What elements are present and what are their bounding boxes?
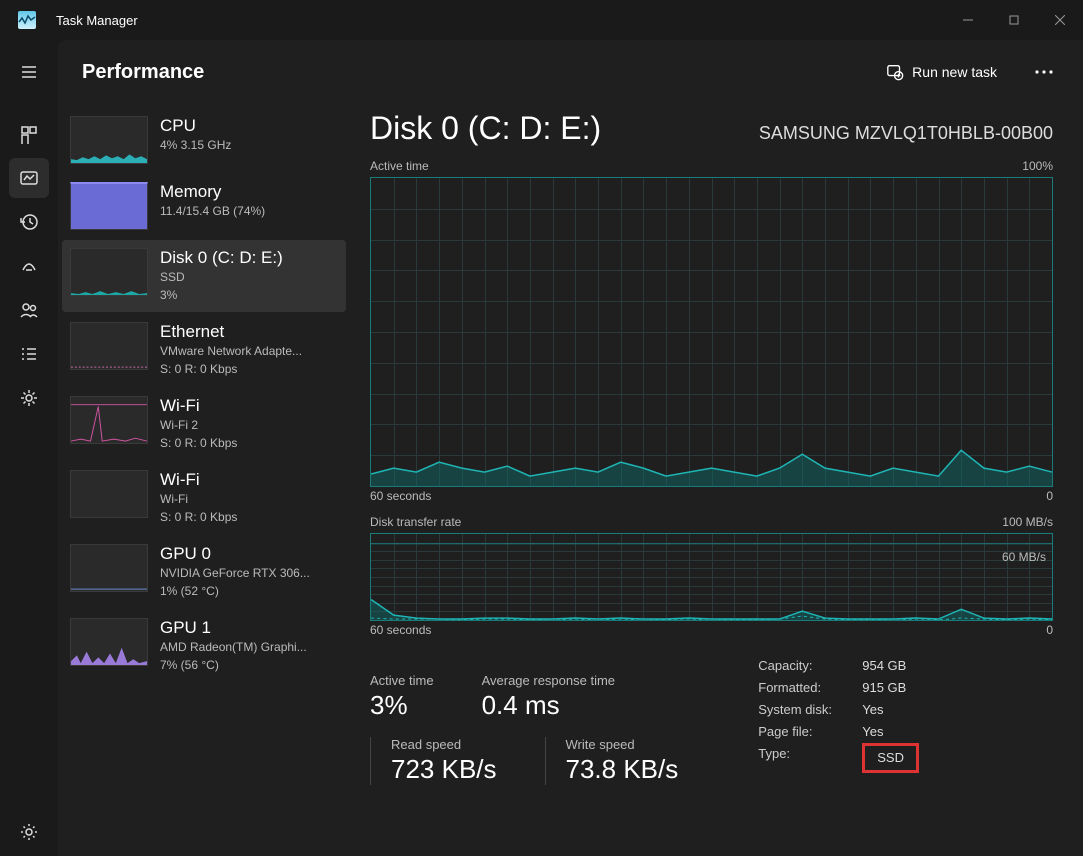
nav-details[interactable] — [9, 334, 49, 374]
memory-title: Memory — [160, 182, 338, 202]
type-value: SSD — [877, 750, 904, 765]
formatted-value: 915 GB — [862, 677, 906, 699]
run-task-icon — [886, 63, 904, 81]
chart1-xright: 0 — [1046, 489, 1053, 503]
wifi-title: Wi-Fi — [160, 470, 338, 490]
sidebar-item-wifi[interactable]: Wi-Fi Wi-Fi S: 0 R: 0 Kbps — [62, 462, 346, 534]
app-title: Task Manager — [56, 13, 138, 28]
wifi-thumb — [70, 470, 148, 518]
pagefile-label: Page file: — [758, 721, 844, 743]
sysdisk-label: System disk: — [758, 699, 844, 721]
titlebar: Task Manager — [0, 0, 1083, 40]
chart1-label: Active time — [370, 159, 429, 173]
nav-history[interactable] — [9, 202, 49, 242]
type-label: Type: — [758, 743, 844, 773]
gpu1-sub1: AMD Radeon(TM) Graphi... — [160, 638, 338, 656]
memory-thumb — [70, 182, 148, 230]
cpu-title: CPU — [160, 116, 338, 136]
hamburger-button[interactable] — [9, 52, 49, 92]
read-label: Read speed — [391, 737, 497, 752]
detail-pane: Disk 0 (C: D: E:) SAMSUNG MZVLQ1T0HBLB-0… — [350, 104, 1083, 856]
wifi2-thumb — [70, 396, 148, 444]
sidebar-item-gpu1[interactable]: GPU 1 AMD Radeon(TM) Graphi... 7% (56 °C… — [62, 610, 346, 682]
disk0-sub1: SSD — [160, 268, 338, 286]
chart2-xright: 0 — [1046, 623, 1053, 637]
sidebar-item-gpu0[interactable]: GPU 0 NVIDIA GeForce RTX 306... 1% (52 °… — [62, 536, 346, 608]
gpu1-thumb — [70, 618, 148, 666]
gpu1-sub2: 7% (56 °C) — [160, 656, 338, 674]
disk-info-table: Capacity: 954 GB Formatted: 915 GB System … — [758, 655, 919, 785]
nav-startup[interactable] — [9, 246, 49, 286]
active-time-value: 3% — [370, 690, 434, 721]
type-value-highlight: SSD — [862, 743, 919, 773]
write-label: Write speed — [566, 737, 679, 752]
resource-list: CPU 4% 3.15 GHz Memory 11.4/15.4 GB (74%… — [58, 104, 350, 856]
avg-resp-value: 0.4 ms — [482, 690, 615, 721]
disk0-sub2: 3% — [160, 286, 338, 304]
run-new-task-button[interactable]: Run new task — [874, 55, 1009, 89]
sidebar-item-wifi2[interactable]: Wi-Fi Wi-Fi 2 S: 0 R: 0 Kbps — [62, 388, 346, 460]
gpu0-sub1: NVIDIA GeForce RTX 306... — [160, 564, 338, 582]
sidebar-item-cpu[interactable]: CPU 4% 3.15 GHz — [62, 108, 346, 172]
avg-resp-label: Average response time — [482, 673, 615, 688]
gpu0-thumb — [70, 544, 148, 592]
page-header: Performance Run new task — [58, 40, 1083, 104]
nav-users[interactable] — [9, 290, 49, 330]
cpu-sub: 4% 3.15 GHz — [160, 136, 338, 154]
chart1-xleft: 60 seconds — [370, 489, 431, 503]
wifi2-title: Wi-Fi — [160, 396, 338, 416]
eth-title: Ethernet — [160, 322, 338, 342]
nav-performance[interactable] — [9, 158, 49, 198]
nav-services[interactable] — [9, 378, 49, 418]
pagefile-value: Yes — [862, 721, 883, 743]
page-title: Performance — [82, 61, 204, 84]
wifi2-sub2: S: 0 R: 0 Kbps — [160, 434, 338, 452]
memory-sub: 11.4/15.4 GB (74%) — [160, 202, 338, 220]
nav-processes[interactable] — [9, 114, 49, 154]
wifi-sub1: Wi-Fi — [160, 490, 338, 508]
gpu1-title: GPU 1 — [160, 618, 338, 638]
chart2-xleft: 60 seconds — [370, 623, 431, 637]
nav-settings[interactable] — [9, 812, 49, 852]
write-value: 73.8 KB/s — [566, 754, 679, 785]
minimize-button[interactable] — [945, 0, 991, 40]
sysdisk-value: Yes — [862, 699, 883, 721]
close-button[interactable] — [1037, 0, 1083, 40]
detail-title: Disk 0 (C: D: E:) — [370, 110, 601, 147]
active-time-chart: Active time 100% 60 seconds 0 — [370, 159, 1053, 503]
transfer-rate-chart: Disk transfer rate 100 MB/s 60 MB/s — [370, 515, 1053, 637]
chart2-label: Disk transfer rate — [370, 515, 461, 529]
detail-device: SAMSUNG MZVLQ1T0HBLB-00B00 — [759, 123, 1053, 144]
cpu-thumb — [70, 116, 148, 164]
gpu0-title: GPU 0 — [160, 544, 338, 564]
wifi-sub2: S: 0 R: 0 Kbps — [160, 508, 338, 526]
formatted-label: Formatted: — [758, 677, 844, 699]
disk0-thumb — [70, 248, 148, 296]
capacity-value: 954 GB — [862, 655, 906, 677]
maximize-button[interactable] — [991, 0, 1037, 40]
run-task-label: Run new task — [912, 64, 997, 80]
gpu0-sub2: 1% (52 °C) — [160, 582, 338, 600]
nav-rail — [0, 40, 58, 856]
eth-sub1: VMware Network Adapte... — [160, 342, 338, 360]
eth-sub2: S: 0 R: 0 Kbps — [160, 360, 338, 378]
more-button[interactable] — [1029, 70, 1059, 74]
capacity-label: Capacity: — [758, 655, 844, 677]
more-icon — [1035, 70, 1053, 74]
chart1-max: 100% — [1022, 159, 1053, 173]
sidebar-item-disk0[interactable]: Disk 0 (C: D: E:) SSD 3% — [62, 240, 346, 312]
chart2-max: 100 MB/s — [1002, 515, 1053, 529]
active-time-label: Active time — [370, 673, 434, 688]
read-value: 723 KB/s — [391, 754, 497, 785]
ethernet-thumb — [70, 322, 148, 370]
sidebar-item-ethernet[interactable]: Ethernet VMware Network Adapte... S: 0 R… — [62, 314, 346, 386]
app-icon — [18, 11, 36, 29]
wifi2-sub1: Wi-Fi 2 — [160, 416, 338, 434]
sidebar-item-memory[interactable]: Memory 11.4/15.4 GB (74%) — [62, 174, 346, 238]
disk0-title: Disk 0 (C: D: E:) — [160, 248, 338, 268]
